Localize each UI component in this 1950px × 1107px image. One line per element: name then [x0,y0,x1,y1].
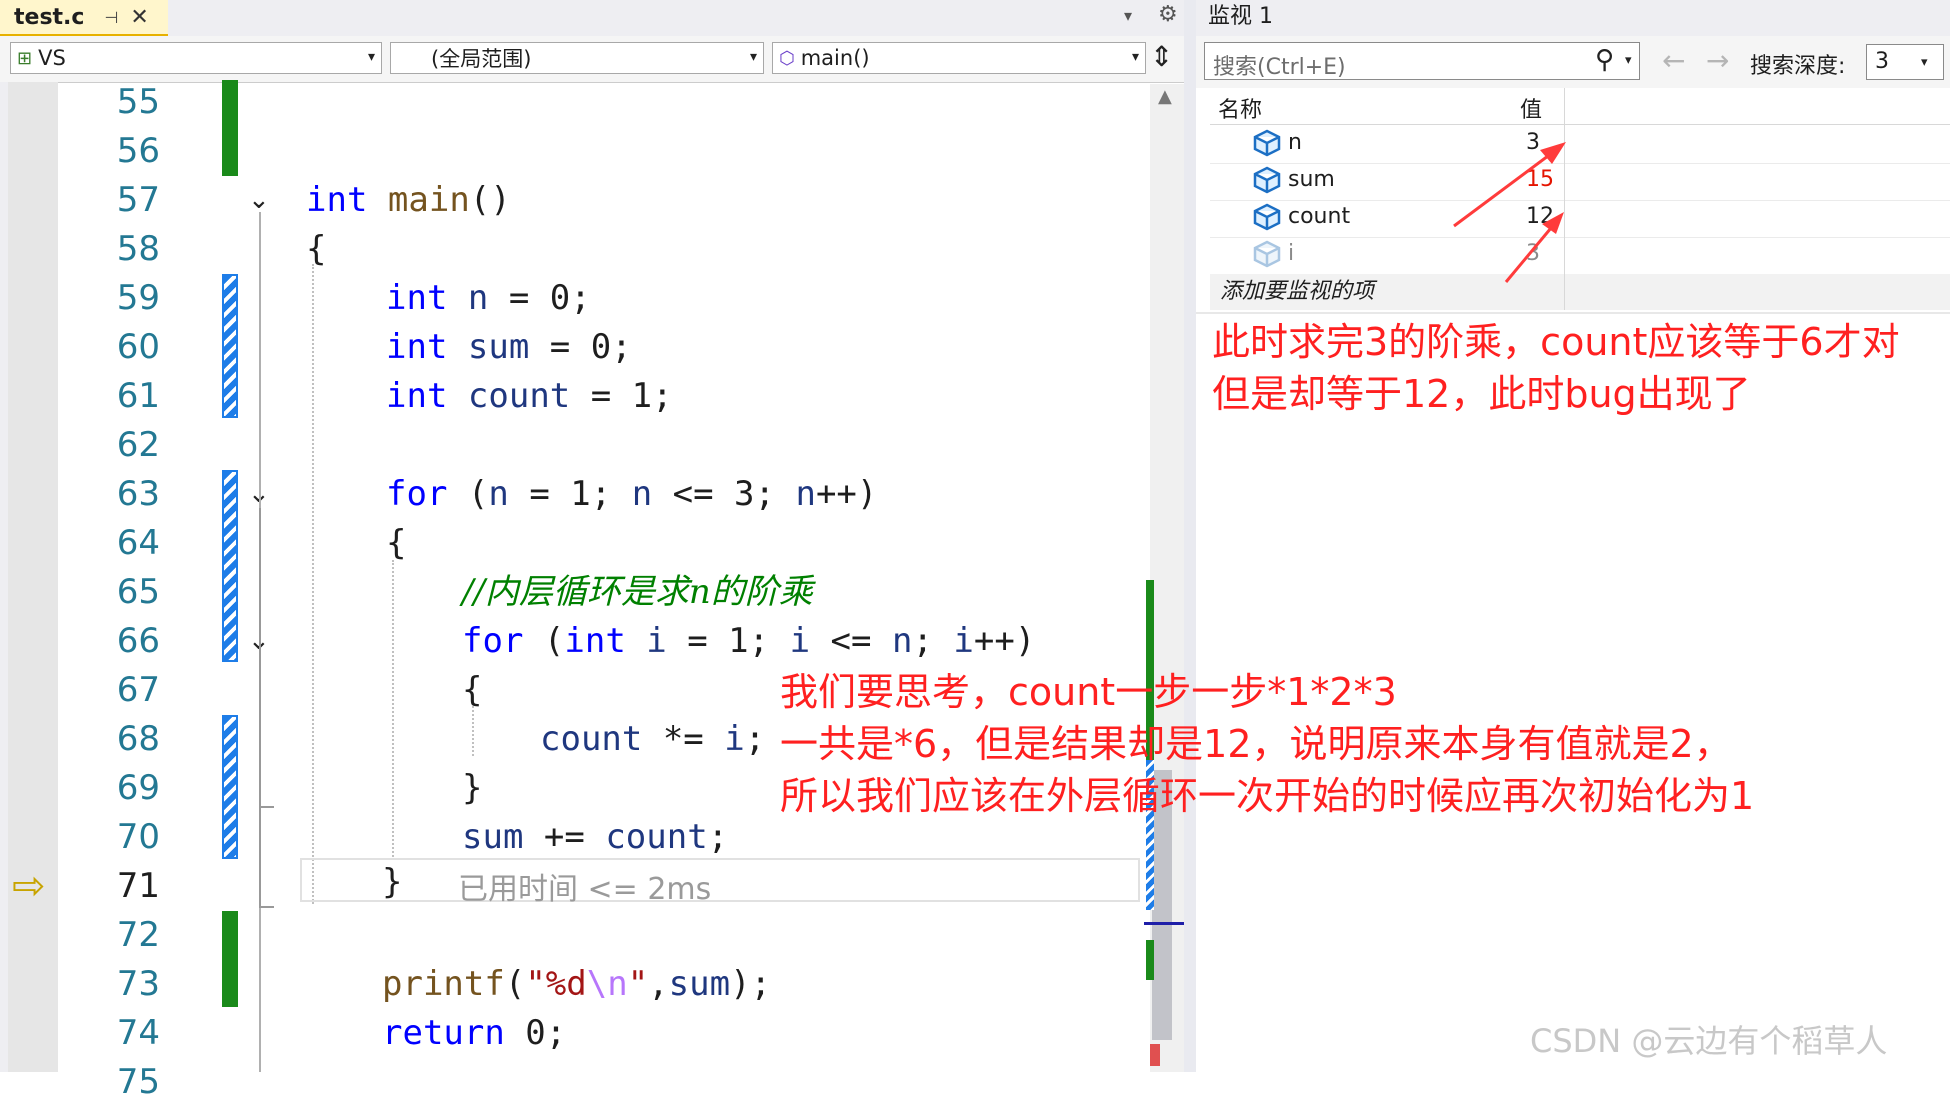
annotation-arrows [1453,142,1566,283]
annotation-note-1-line-1: 此时求完3的阶乘，count应该等于6才对 [1212,320,1900,364]
annotation-note-2-line-1: 我们要思考，count一步一步*1*2*3 [780,670,1397,714]
annotation-arrow-to-n [1453,142,1566,228]
annotation-note-1-line-2: 但是却等于12，此时bug出现了 [1212,372,1751,416]
watermark: CSDN @云边有个稻草人 [1530,1022,1888,1060]
annotation-note-2-line-3: 所以我们应该在外层循环一次开始的时候应再次初始化为1 [780,774,1755,818]
annotation-note-2-line-2: 一共是*6，但是结果却是12，说明原来本身有值就是2， [780,722,1732,766]
annotation-arrow-to-count [1504,212,1564,283]
